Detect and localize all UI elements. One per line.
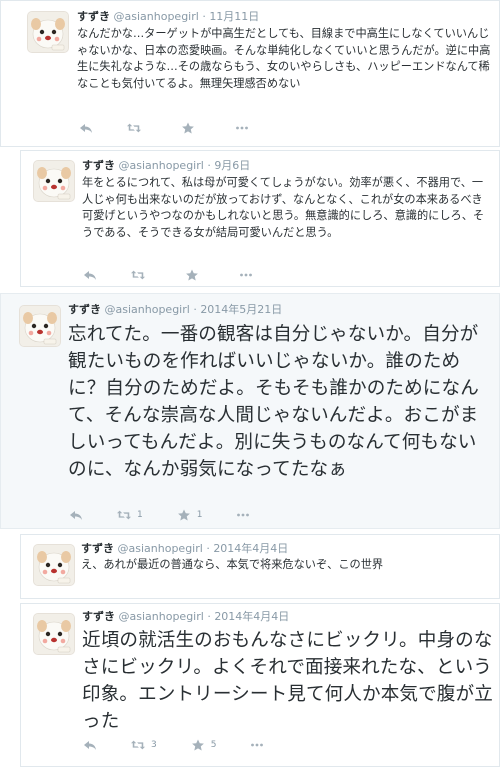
tweet-date[interactable]: 9月6日: [214, 159, 250, 172]
more-button[interactable]: [239, 269, 253, 281]
tweet-card[interactable]: すずき @asianhopegirl · 11月11日 なんだかな…ターゲットが…: [0, 0, 500, 147]
more-icon: [239, 269, 253, 281]
user-handle[interactable]: @asianhopegirl: [114, 10, 199, 23]
reply-button[interactable]: [79, 122, 93, 134]
favorite-count: 1: [196, 510, 203, 520]
user-handle[interactable]: @asianhopegirl: [105, 303, 190, 316]
user-name[interactable]: すずき: [77, 10, 110, 23]
avatar[interactable]: [27, 11, 69, 53]
tweet-date[interactable]: 2014年4月4日: [214, 610, 289, 623]
favorite-button[interactable]: [185, 269, 205, 281]
retweet-button[interactable]: [131, 269, 151, 281]
more-icon: [235, 122, 249, 134]
favorite-icon: [185, 269, 199, 281]
tweet-header: すずき @asianhopegirl · 2014年5月21日: [68, 303, 283, 316]
tweet-card[interactable]: すずき @asianhopegirl · 2014年4月4日 近頃の就活生のおも…: [20, 603, 500, 767]
favorite-count: 5: [210, 740, 217, 750]
reply-icon: [83, 269, 97, 281]
favorite-icon: [191, 739, 205, 751]
reply-icon: [69, 509, 83, 521]
tweet-date[interactable]: 2014年4月4日: [213, 542, 288, 555]
retweet-button[interactable]: 1: [117, 509, 143, 521]
tweet-text: 近頃の就活生のおもんなさにビックリ。中身のなさにビックリ。よくそれで面接来れたな…: [82, 630, 493, 732]
retweet-count: 3: [151, 740, 157, 750]
more-button[interactable]: [250, 739, 264, 751]
tweet-text: え、あれが最近の普通なら、本気で将来危ないぞ、この世界: [81, 558, 384, 571]
tweet-card[interactable]: すずき @asianhopegirl · 2014年5月21日 忘れてた。一番の…: [0, 293, 500, 529]
more-button[interactable]: [236, 509, 250, 521]
tweet-date[interactable]: 11月11日: [209, 10, 259, 23]
tweet-date[interactable]: 2014年5月21日: [200, 303, 282, 316]
retweet-button[interactable]: [127, 122, 147, 134]
tweet-card[interactable]: すずき @asianhopegirl · 2014年4月4日 え、あれが最近の普…: [20, 534, 500, 599]
tweet-header: すずき @asianhopegirl · 9月6日: [82, 159, 251, 172]
reply-icon: [83, 739, 97, 751]
tweet-header: すずき @asianhopegirl · 2014年4月4日: [81, 542, 289, 555]
avatar[interactable]: [19, 305, 61, 347]
reply-button[interactable]: [83, 739, 97, 751]
retweet-icon: [131, 269, 145, 281]
tweet-text: 年をとるにつれて、私は母が可愛くてしょうがない。効率が悪く、不器用で、一人じゃ何…: [82, 176, 485, 239]
favorite-icon: [177, 509, 191, 521]
retweet-button[interactable]: 3: [131, 739, 157, 751]
tweet-actions: 35: [83, 738, 298, 752]
more-icon: [250, 739, 264, 751]
tweet-header: すずき @asianhopegirl · 2014年4月4日: [82, 610, 290, 623]
tweet-text: 忘れてた。一番の観客は自分じゃないか。自分が観たいものを作ればいいじゃないか。誰…: [68, 324, 479, 480]
avatar[interactable]: [33, 544, 75, 586]
reply-icon: [79, 122, 93, 134]
user-handle[interactable]: @asianhopegirl: [119, 159, 204, 172]
user-handle[interactable]: @asianhopegirl: [119, 610, 204, 623]
reply-button[interactable]: [69, 509, 83, 521]
retweet-icon: [131, 739, 145, 751]
user-name[interactable]: すずき: [81, 542, 114, 555]
user-name[interactable]: すずき: [82, 159, 115, 172]
tweet-actions: 11: [69, 508, 284, 522]
favorite-icon: [181, 122, 195, 134]
retweet-count: 1: [137, 510, 143, 520]
tweet-actions: [83, 268, 287, 282]
favorite-button[interactable]: [181, 122, 201, 134]
more-icon: [236, 509, 250, 521]
tweet-actions: [79, 121, 283, 135]
retweet-icon: [117, 509, 131, 521]
more-button[interactable]: [235, 122, 249, 134]
avatar[interactable]: [33, 613, 75, 655]
favorite-button[interactable]: 5: [191, 739, 217, 751]
user-name[interactable]: すずき: [82, 610, 115, 623]
avatar[interactable]: [33, 160, 75, 202]
tweet-card[interactable]: すずき @asianhopegirl · 9月6日 年をとるにつれて、私は母が可…: [20, 150, 500, 287]
tweet-text: なんだかな…ターゲットが中高生だとしても、目線まで中高生にしなくていいんじゃない…: [77, 27, 491, 90]
tweet-header: すずき @asianhopegirl · 11月11日: [77, 10, 260, 23]
retweet-icon: [127, 122, 141, 134]
favorite-button[interactable]: 1: [177, 509, 203, 521]
user-handle[interactable]: @asianhopegirl: [118, 542, 203, 555]
reply-button[interactable]: [83, 269, 97, 281]
user-name[interactable]: すずき: [68, 303, 101, 316]
